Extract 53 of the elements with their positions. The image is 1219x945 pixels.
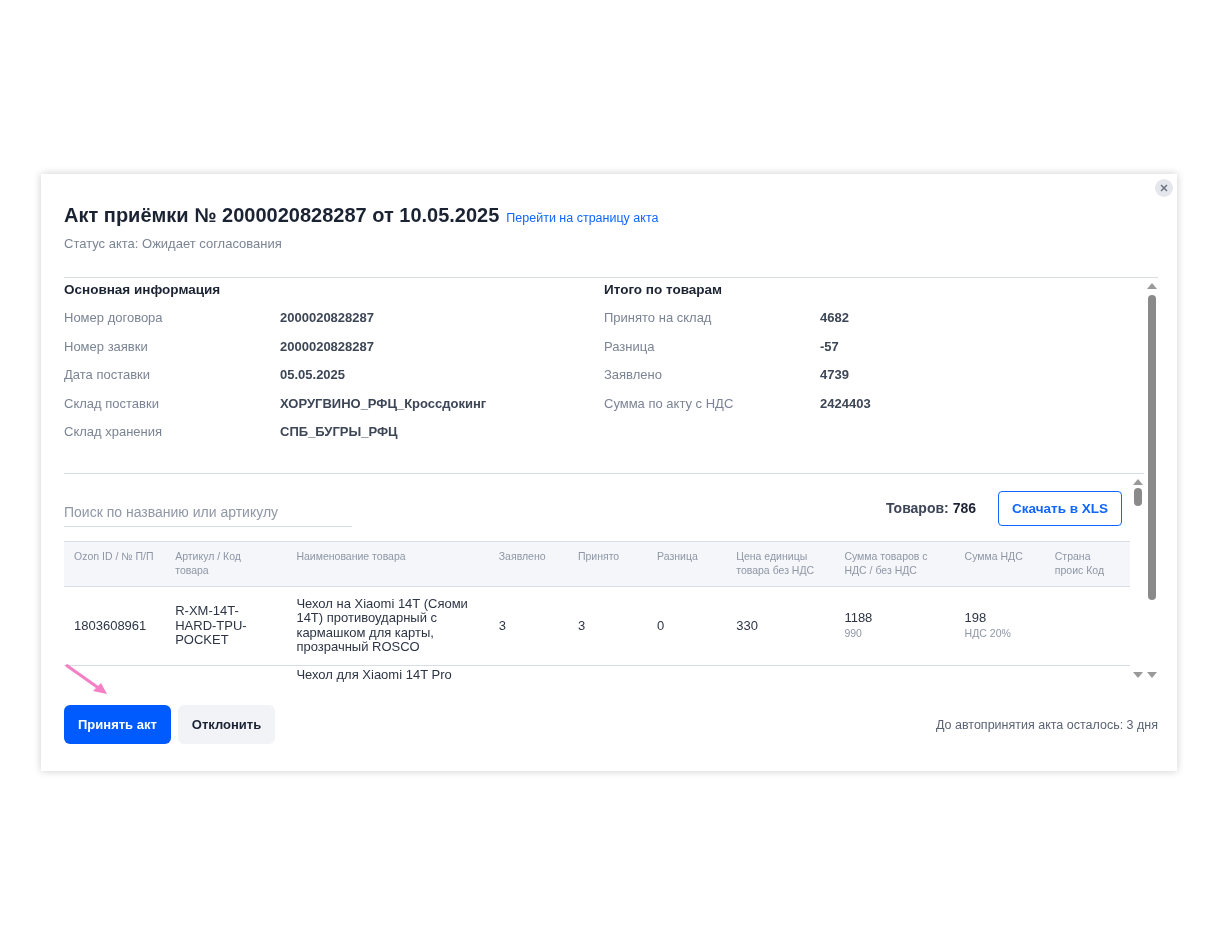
table-cell-text: 990: [844, 625, 863, 641]
field-value: -57: [820, 338, 840, 354]
column-header: Разница: [647, 541, 727, 587]
field-value: 2000020828287: [280, 338, 375, 354]
arrow-drawing: [64, 663, 108, 695]
field-label: Дата поставки: [64, 367, 152, 383]
act-status: Статус акта: Ожидает согласования: [64, 236, 1158, 278]
table-cell: Чехол для Xiaomi 14T Pro: [286, 665, 489, 683]
table-cell: Чехол на Xiaomi 14T (Сяоми 14T) противоударный с кармашком для карты, прозрачный ROSCO: [286, 586, 489, 666]
section-heading: Основная информация: [64, 282, 222, 297]
column-header: Сумма НДС: [954, 541, 1045, 587]
dialog-title: Акт приёмки № 2000020828287 от 10.05.2025: [64, 204, 500, 227]
table-cell: R-XM-14T-HARD-TPU-POCKET: [165, 586, 287, 666]
field-value: ХОРУГВИНО_РФЦ_Кроссдокинг: [280, 395, 488, 411]
section-heading: Итого по товарам: [604, 282, 724, 297]
column-header: Заявлено: [488, 541, 568, 587]
item-count: Товаров: 786: [885, 500, 976, 517]
column-header: Цена единицы товара без НДС: [726, 541, 835, 587]
field-label: Принято на склад: [604, 310, 713, 325]
accept-act-button[interactable]: Принять акт: [64, 705, 171, 744]
field-value: 4682: [820, 310, 850, 325]
table-cell-text: 1188: [844, 611, 874, 626]
column-header: Сумма товаров с НДС / без НДС: [834, 541, 955, 587]
auto-accept-note: До автопринятия акта осталось: 3 дня: [936, 717, 1158, 732]
close-icon: [1160, 184, 1168, 192]
field-value: 2424403: [820, 395, 872, 411]
field-value: СПБ_БУГРЫ_РФЦ: [280, 424, 399, 440]
field-value: 2000020828287: [280, 310, 375, 325]
column-header: Принято: [567, 541, 648, 587]
field-label: Склад поставки: [64, 395, 160, 411]
column-header: Наименование товара: [286, 541, 489, 587]
field-label: Склад хранения: [64, 424, 164, 440]
column-header: Артикул / Код товара: [165, 541, 287, 587]
table-cell: 3: [488, 586, 568, 666]
table-cell-text: 198: [964, 611, 988, 626]
table-cell: 330: [726, 586, 835, 666]
table-cell: 1803608961: [64, 586, 166, 666]
field-label: Номер договора: [64, 310, 164, 325]
field-value: 05.05.2025: [280, 367, 347, 383]
table-cell: 3: [567, 586, 648, 666]
column-header: Ozon ID / № П/П: [64, 541, 166, 587]
field-label: Сумма по акту с НДС: [604, 395, 735, 411]
download-xls-button[interactable]: Скачать в XLS: [998, 490, 1122, 526]
close-button[interactable]: [1155, 179, 1173, 197]
act-page-link[interactable]: Перейти на страницу акта: [506, 211, 659, 225]
field-value: 4739: [820, 367, 850, 383]
field-label: Номер заявки: [64, 338, 149, 354]
column-header: Страна проис Код: [1044, 541, 1130, 587]
field-label: Разница: [604, 338, 656, 354]
table-cell: 0: [647, 586, 727, 666]
table-cell-text: НДС 20%: [964, 625, 1012, 641]
reject-button[interactable]: Отклонить: [177, 705, 276, 744]
field-label: Заявлено: [604, 367, 663, 383]
